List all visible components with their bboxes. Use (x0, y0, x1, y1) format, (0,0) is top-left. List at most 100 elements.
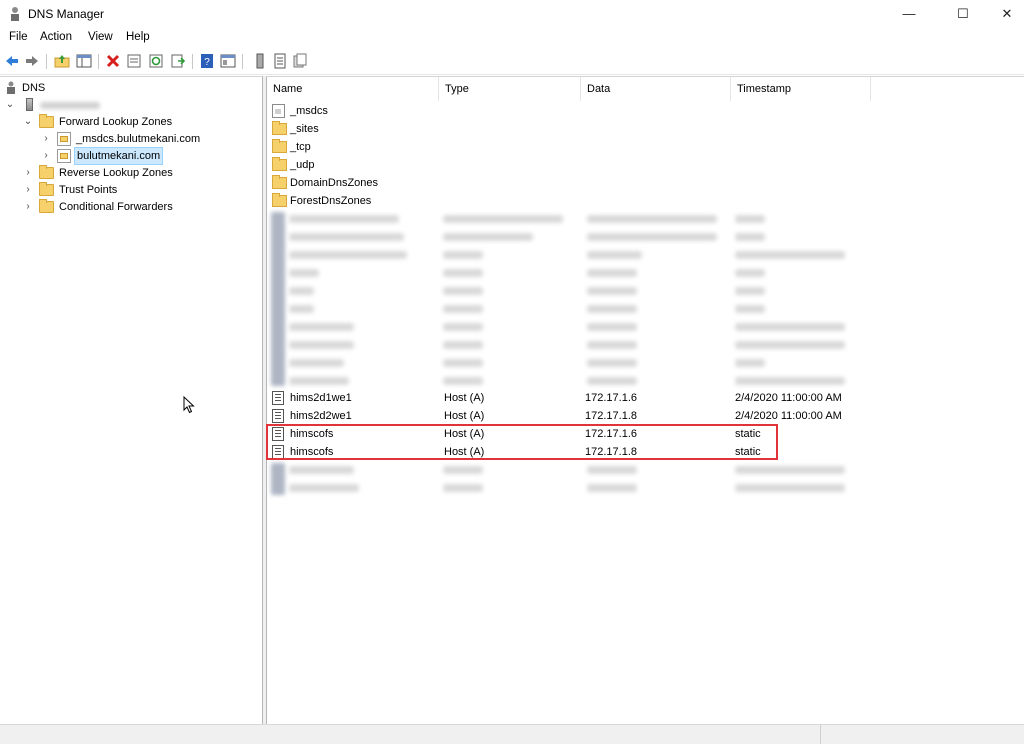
tree-label-selected: bulutmekani.com (74, 147, 164, 165)
chevron-down-icon[interactable]: ⌄ (23, 114, 33, 130)
chevron-right-icon[interactable]: › (23, 199, 33, 215)
list-item-folder[interactable]: DomainDnsZones (267, 174, 1024, 192)
server-icon[interactable] (252, 53, 268, 69)
column-type[interactable]: Type (439, 77, 581, 101)
help-icon[interactable]: ? (199, 53, 215, 69)
list-item-folder[interactable]: _sites (267, 120, 1024, 138)
properties-icon[interactable] (126, 53, 142, 69)
folder-name: ForestDnsZones (290, 195, 372, 207)
tree-item-server[interactable]: ⌄ (4, 97, 254, 113)
tree-item-trust-points[interactable]: › Trust Points (22, 182, 252, 198)
close-button[interactable]: ✕ (984, 0, 1024, 28)
table-row[interactable]: hims2d1we1 Host (A) 172.17.1.6 2/4/2020 … (267, 389, 1024, 407)
record-timestamp: 2/4/2020 11:00:00 AM (735, 392, 842, 404)
chevron-down-icon[interactable]: ⌄ (5, 97, 15, 113)
list-icon[interactable] (272, 53, 288, 69)
folder-name: DomainDnsZones (290, 177, 379, 189)
folder-name: _sites (290, 123, 319, 135)
host-record-icon (272, 409, 284, 423)
chevron-right-icon[interactable]: › (41, 131, 51, 147)
title-bar: DNS Manager — ☐ ✕ (0, 0, 1024, 28)
tree-item-forward-lookup-zones[interactable]: ⌄ Forward Lookup Zones (22, 114, 252, 130)
list-item-folder[interactable]: ForestDnsZones (267, 192, 1024, 210)
dns-icon (7, 81, 15, 94)
menu-help[interactable]: Help (126, 31, 150, 43)
tree-item-conditional-forwarders[interactable]: › Conditional Forwarders (22, 199, 252, 215)
minimize-button[interactable]: — (886, 0, 932, 28)
window-title: DNS Manager (28, 7, 105, 21)
menu-action[interactable]: Action (40, 31, 72, 43)
tree-label: Forward Lookup Zones (59, 116, 173, 128)
tree-label: _msdcs.bulutmekani.com (76, 133, 201, 145)
menu-view[interactable]: View (88, 31, 113, 43)
column-name[interactable]: Name (267, 77, 439, 101)
table-row[interactable]: hims2d2we1 Host (A) 172.17.1.8 2/4/2020 … (267, 407, 1024, 425)
toolbar-separator (46, 54, 47, 69)
delete-icon[interactable] (105, 53, 121, 69)
tree-label: Reverse Lookup Zones (59, 167, 173, 179)
up-folder-icon[interactable] (54, 53, 70, 69)
chevron-right-icon[interactable]: › (41, 148, 51, 164)
column-data[interactable]: Data (581, 77, 731, 101)
folder-msdcs-icon (272, 104, 285, 118)
folder-name: _tcp (290, 141, 311, 153)
record-list: Name Type Data Timestamp _msdcs _sites _… (266, 76, 1024, 725)
column-header: Name Type Data Timestamp (267, 77, 1024, 101)
refresh-icon[interactable] (148, 53, 164, 69)
tree-label: Conditional Forwarders (59, 201, 173, 213)
record-timestamp: 2/4/2020 11:00:00 AM (735, 410, 842, 422)
zone-icon (57, 149, 71, 163)
record-data: 172.17.1.8 (585, 410, 637, 422)
menu-bar: File Action View Help (0, 29, 1024, 49)
folder-icon (272, 193, 287, 207)
host-record-icon (272, 391, 284, 405)
list-item-folder[interactable]: _tcp (267, 138, 1024, 156)
menu-file[interactable]: File (9, 31, 28, 43)
tree-item-zone-bulutmekani[interactable]: › bulutmekani.com (40, 147, 254, 165)
chevron-right-icon[interactable]: › (23, 182, 33, 198)
record-name: hims2d1we1 (290, 392, 352, 404)
toolbar-separator (98, 54, 99, 69)
forward-icon[interactable] (24, 53, 40, 69)
tree-label: Trust Points (59, 184, 118, 196)
tree-item-dns[interactable]: DNS (4, 80, 254, 96)
toolbar-separator (192, 54, 193, 69)
console-tree: DNS ⌄ ⌄ Forward Lookup Zones › _msdcs.bu… (0, 76, 263, 725)
chevron-right-icon[interactable]: › (23, 165, 33, 181)
toolbar-separator (242, 54, 243, 69)
copy-icon[interactable] (292, 53, 308, 69)
toolbar: ? (0, 50, 1024, 75)
highlight-box (266, 424, 778, 460)
tree-label: DNS (22, 82, 46, 94)
maximize-button[interactable]: ☐ (940, 0, 986, 28)
folder-icon (39, 182, 54, 196)
list-item-folder[interactable]: _msdcs (267, 102, 1024, 120)
column-timestamp[interactable]: Timestamp (731, 77, 871, 101)
console-icon[interactable] (220, 53, 236, 69)
back-icon[interactable] (4, 53, 20, 69)
folder-name: _msdcs (290, 105, 328, 117)
svg-text:?: ? (204, 57, 210, 68)
zone-icon (57, 132, 71, 146)
export-icon[interactable] (170, 53, 186, 69)
record-type: Host (A) (444, 410, 485, 422)
redacted-records (267, 210, 867, 388)
folder-name: _udp (290, 159, 315, 171)
server-name-blurred (40, 102, 100, 109)
folder-icon (39, 199, 54, 213)
redacted-records (267, 461, 867, 497)
list-item-folder[interactable]: _udp (267, 156, 1024, 174)
server-icon (26, 98, 33, 111)
folder-icon (272, 157, 287, 171)
folder-icon (272, 121, 287, 135)
tree-item-zone-msdcs[interactable]: › _msdcs.bulutmekani.com (40, 131, 254, 147)
record-data: 172.17.1.6 (585, 392, 637, 404)
record-type: Host (A) (444, 392, 485, 404)
show-hide-tree-icon[interactable] (76, 53, 92, 69)
folder-icon (272, 139, 287, 153)
tree-item-reverse-lookup-zones[interactable]: › Reverse Lookup Zones (22, 165, 252, 181)
folder-icon (39, 114, 54, 128)
dns-manager-icon (11, 7, 19, 21)
status-segment (820, 725, 1024, 744)
record-name: hims2d2we1 (290, 410, 352, 422)
